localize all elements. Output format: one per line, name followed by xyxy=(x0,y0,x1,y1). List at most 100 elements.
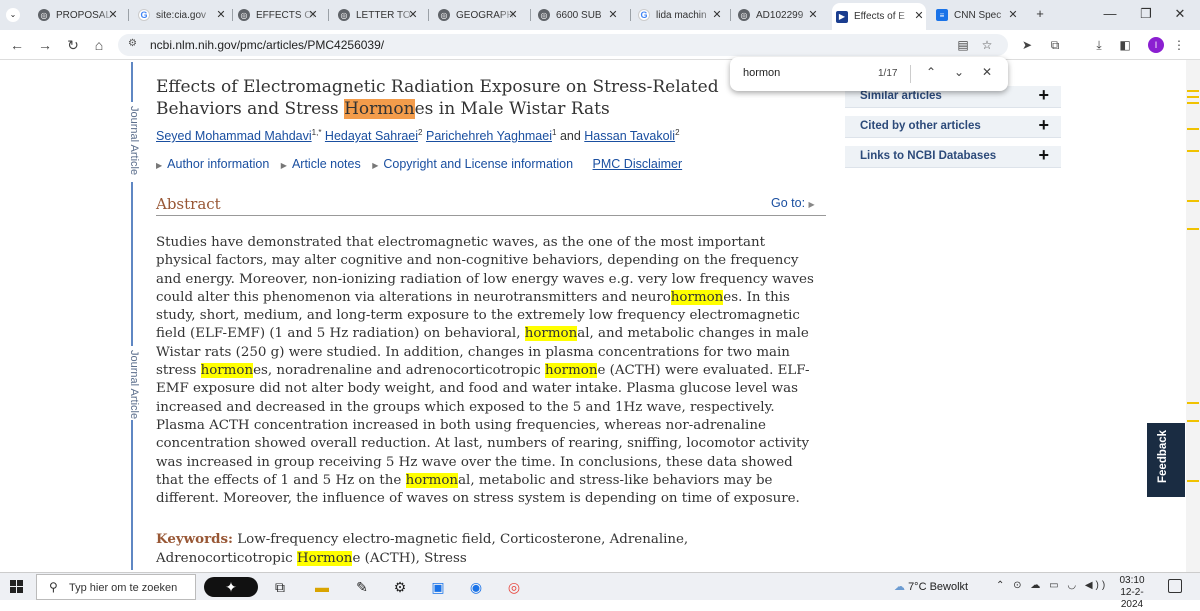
close-tab-icon[interactable]: ✕ xyxy=(710,8,724,21)
globe-icon: ◎ xyxy=(538,9,550,21)
tab-search-icon[interactable]: ⌄ xyxy=(6,8,20,22)
tab-effects[interactable]: ◎ EFFECTS OF ✕ xyxy=(238,4,320,26)
tab-cnn[interactable]: ≡ CNN Spec ✕ xyxy=(936,4,1020,26)
cited-by-toggle[interactable]: Cited by other articles + xyxy=(845,115,1061,138)
photos-icon[interactable]: ▣ xyxy=(428,577,448,597)
author-list: Seyed Mohammad Mahdavi1,* Hedayat Sahrae… xyxy=(156,128,680,144)
settings-gear-icon[interactable]: ⚙ xyxy=(390,577,410,597)
address-bar[interactable]: ⚙ ncbi.nlm.nih.gov/pmc/articles/PMC42560… xyxy=(118,34,1008,56)
tab-strip: ⌄ ◎ PROPOSAL ✕ Gsite:cia.gov ✕ ◎ EFFECTS OF ✕… xyxy=(0,0,1200,30)
sidebar-rule xyxy=(131,420,133,570)
match-marker xyxy=(1187,102,1199,104)
close-tab-icon[interactable]: ✕ xyxy=(506,8,520,21)
find-previous-icon[interactable]: ⌃ xyxy=(924,65,938,79)
task-view-icon[interactable]: ⧉ xyxy=(270,577,290,597)
sidepanel-icon[interactable]: ◧ xyxy=(1118,38,1132,52)
close-tab-icon[interactable]: ✕ xyxy=(806,8,820,21)
notification-icon[interactable] xyxy=(1168,579,1182,593)
match-marker xyxy=(1187,480,1199,482)
new-tab-icon[interactable]: + xyxy=(1030,6,1050,21)
close-tab-icon[interactable]: ✕ xyxy=(606,8,620,21)
match-marker xyxy=(1187,150,1199,152)
app-icon[interactable]: ◉ xyxy=(466,577,486,597)
find-input[interactable]: hormon xyxy=(743,67,780,79)
tab-google-search[interactable]: Gsite:cia.gov ✕ xyxy=(138,4,228,26)
expand-triangle-icon: ▶ xyxy=(156,161,163,170)
site-info-icon[interactable]: ⚙ xyxy=(128,38,137,49)
windows-start-icon[interactable] xyxy=(10,580,24,594)
author-link[interactable]: Seyed Mohammad Mahdavi xyxy=(156,129,312,143)
copilot-icon[interactable]: ✦ xyxy=(204,577,258,597)
close-tab-icon[interactable]: ✕ xyxy=(1006,8,1020,21)
match-marker xyxy=(1187,402,1199,404)
bookmark-star-icon[interactable]: ☆ xyxy=(980,38,994,52)
pmc-disclaimer-link[interactable]: PMC Disclaimer xyxy=(593,157,683,171)
reload-icon[interactable]: ↻ xyxy=(64,37,82,53)
find-bar: hormon 1/17 ⌃ ⌄ ✕ xyxy=(730,57,1008,91)
author-link[interactable]: Parichehreh Yaghmaei xyxy=(426,129,552,143)
tab-ad102299[interactable]: ◎ AD102299 ✕ xyxy=(738,4,820,26)
home-icon[interactable]: ⌂ xyxy=(90,37,108,53)
copyright-link[interactable]: Copyright and License information xyxy=(383,157,573,171)
download-icon[interactable]: ⤓ xyxy=(1092,38,1106,52)
chrome-icon[interactable]: ◎ xyxy=(504,577,524,597)
tab-letter[interactable]: ◎ LETTER TO ✕ xyxy=(338,4,420,26)
weather-widget[interactable]: ☁ 7°C Bewolkt xyxy=(894,580,968,593)
tab-6600-sub[interactable]: ◎ 6600 SUB ✕ xyxy=(538,4,620,26)
goto-arrow-icon: ▶ xyxy=(808,200,815,209)
article-info-links: ▶ Author information ▶ Article notes ▶ Copy… xyxy=(156,157,682,171)
journal-article-label: Journal Article xyxy=(128,350,140,420)
tab-geography[interactable]: ◎ GEOGRAPHY ✕ xyxy=(438,4,520,26)
sidebar-rule xyxy=(131,182,133,346)
menu-kebab-icon[interactable]: ⋮ xyxy=(1172,38,1186,52)
google-icon: G xyxy=(138,9,150,21)
close-window-icon[interactable]: ✕ xyxy=(1170,6,1190,22)
close-tab-icon[interactable]: ✕ xyxy=(406,8,420,21)
goto-link[interactable]: Go to: ▶ xyxy=(771,196,815,210)
ncbi-links-toggle[interactable]: Links to NCBI Databases + xyxy=(845,145,1061,168)
back-icon[interactable]: ← xyxy=(8,37,26,53)
match-marker xyxy=(1187,128,1199,130)
globe-icon: ◎ xyxy=(38,9,50,21)
clock[interactable]: 03:10 12-2-2024 xyxy=(1110,575,1154,611)
close-tab-icon[interactable]: ✕ xyxy=(106,8,120,21)
sidebar-rule xyxy=(131,62,133,102)
article-notes-link[interactable]: Article notes xyxy=(292,157,361,171)
find-match: Hormon xyxy=(296,551,353,566)
profile-avatar[interactable]: I xyxy=(1148,37,1164,53)
find-close-icon[interactable]: ✕ xyxy=(980,65,994,79)
close-tab-icon[interactable]: ✕ xyxy=(306,8,320,21)
author-link[interactable]: Hassan Tavakoli xyxy=(584,129,675,143)
cnn-icon: ≡ xyxy=(936,9,948,21)
system-tray-icons[interactable]: ⌃ ⊙ ☁ ▭ ◡ ◀)) xyxy=(996,580,1108,591)
url-text[interactable]: ncbi.nlm.nih.gov/pmc/articles/PMC4256039… xyxy=(150,38,384,52)
tab-effects-active[interactable]: ▶ Effects of E ✕ xyxy=(832,3,926,30)
tab-google-lida[interactable]: Glida machin ✕ xyxy=(638,4,724,26)
feedback-button[interactable]: Feedback xyxy=(1147,423,1185,497)
expand-plus-icon: + xyxy=(1038,145,1049,165)
forward-icon[interactable]: → xyxy=(36,37,54,53)
find-match: hormon xyxy=(670,289,724,305)
match-marker xyxy=(1187,90,1199,92)
find-next-icon[interactable]: ⌄ xyxy=(952,65,966,79)
scrollbar[interactable] xyxy=(1186,60,1200,572)
match-marker xyxy=(1187,200,1199,202)
restore-icon[interactable]: ❐ xyxy=(1136,6,1156,22)
globe-icon: ◎ xyxy=(738,9,750,21)
globe-icon: ◎ xyxy=(238,9,250,21)
minimize-icon[interactable]: — xyxy=(1100,6,1120,21)
extensions-puzzle-icon[interactable]: ⧉ xyxy=(1048,38,1062,52)
author-information-link[interactable]: Author information xyxy=(167,157,269,171)
heading-rule xyxy=(156,215,826,216)
close-tab-icon[interactable]: ✕ xyxy=(214,8,228,21)
reader-mode-icon[interactable]: ▤ xyxy=(956,38,970,52)
author-link[interactable]: Hedayat Sahraei xyxy=(325,129,418,143)
file-explorer-icon[interactable]: ▬ xyxy=(312,577,332,597)
close-tab-icon[interactable]: ✕ xyxy=(912,9,926,22)
paint-icon[interactable]: ✎ xyxy=(352,577,372,597)
find-match: hormon xyxy=(405,472,459,488)
extension-arrow-icon[interactable]: ➤ xyxy=(1020,38,1034,52)
tab-proposal[interactable]: ◎ PROPOSAL ✕ xyxy=(38,4,120,26)
article-title: Effects of Electromagnetic Radiation Exp… xyxy=(156,77,719,119)
taskbar-search[interactable]: ⚲ Typ hier om te zoeken xyxy=(36,574,196,600)
